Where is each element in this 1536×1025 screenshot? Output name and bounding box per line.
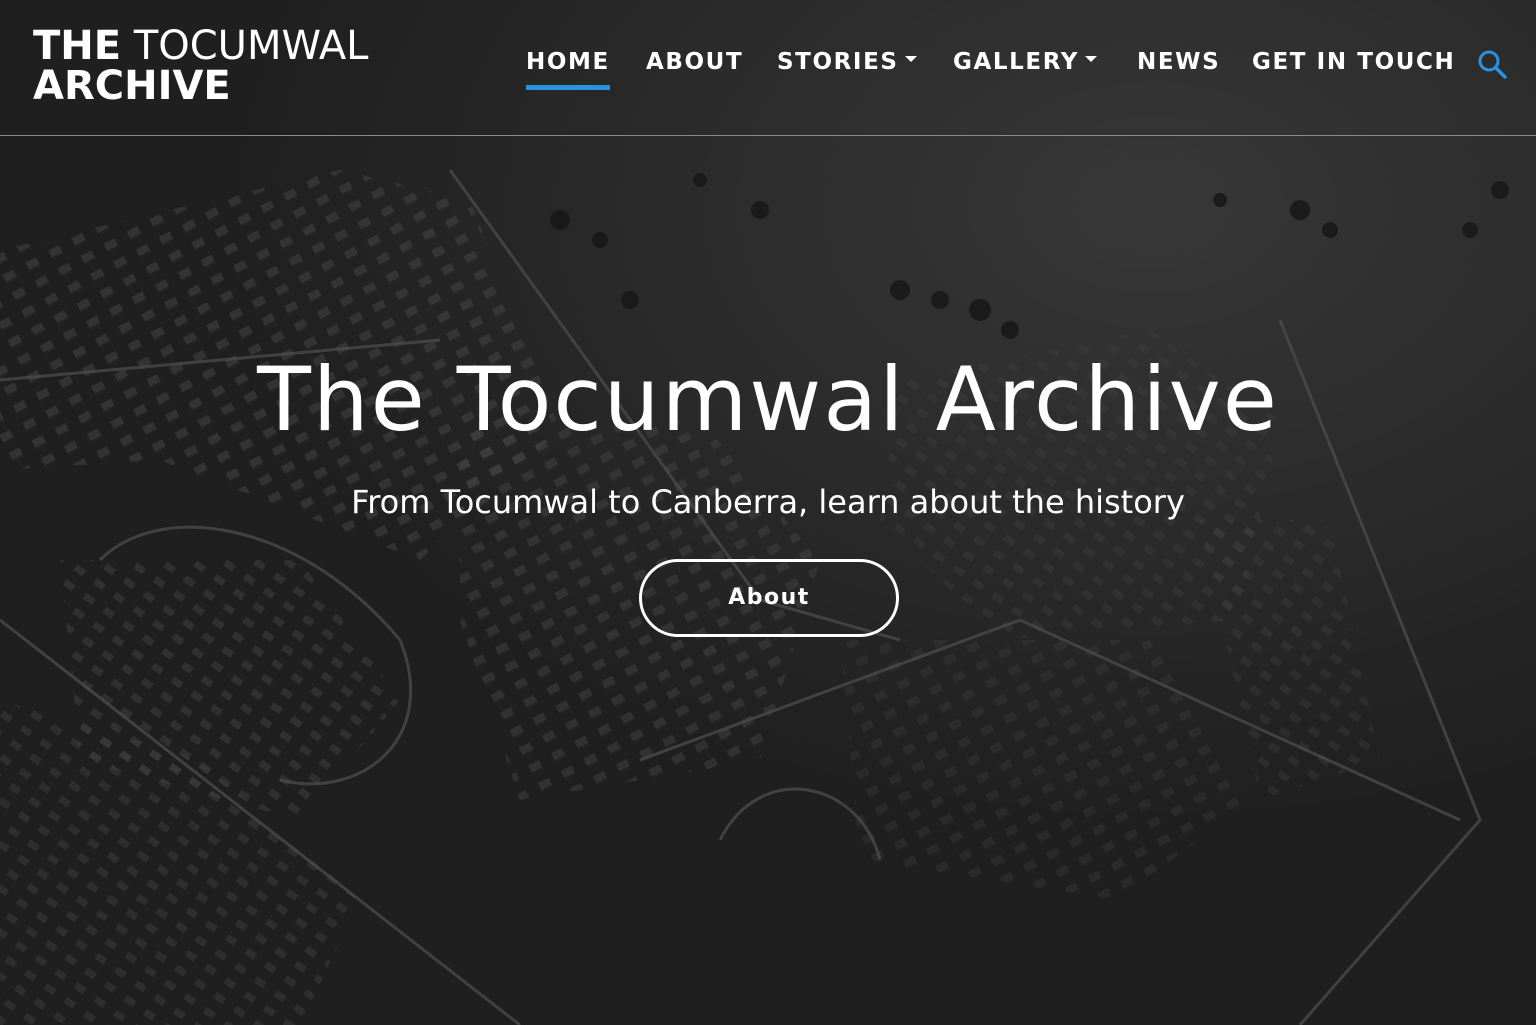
nav-item-label: HOME	[526, 49, 610, 75]
nav-item-gallery[interactable]: GALLERY	[953, 40, 1098, 90]
nav-item-label: ABOUT	[646, 49, 744, 75]
main-nav: HOME ABOUT STORIES GALLERY NEWS GET IN T…	[0, 40, 1536, 90]
hero-title: The Tocumwal Archive	[257, 348, 1279, 451]
caret-down-icon	[1085, 55, 1098, 62]
caret-down-icon	[904, 55, 917, 62]
nav-item-get-in-touch[interactable]: GET IN TOUCH	[1252, 40, 1455, 90]
about-button[interactable]: About	[639, 559, 899, 637]
nav-item-label: GET IN TOUCH	[1252, 49, 1456, 75]
site-header: THE TOCUMWAL ARCHIVE HOME ABOUT STORIES …	[0, 0, 1536, 136]
nav-item-label: GALLERY	[953, 49, 1080, 75]
nav-item-home[interactable]: HOME	[526, 40, 610, 90]
nav-item-label: NEWS	[1137, 49, 1221, 75]
nav-item-stories[interactable]: STORIES	[777, 40, 917, 90]
nav-item-label: STORIES	[777, 49, 899, 75]
home-page: THE TOCUMWAL ARCHIVE HOME ABOUT STORIES …	[0, 0, 1536, 1025]
search-icon[interactable]	[1476, 48, 1508, 80]
nav-item-news[interactable]: NEWS	[1137, 40, 1220, 90]
active-underline	[526, 85, 610, 90]
hero-subtitle: From Tocumwal to Canberra, learn about t…	[351, 483, 1185, 521]
nav-item-about[interactable]: ABOUT	[646, 40, 743, 90]
